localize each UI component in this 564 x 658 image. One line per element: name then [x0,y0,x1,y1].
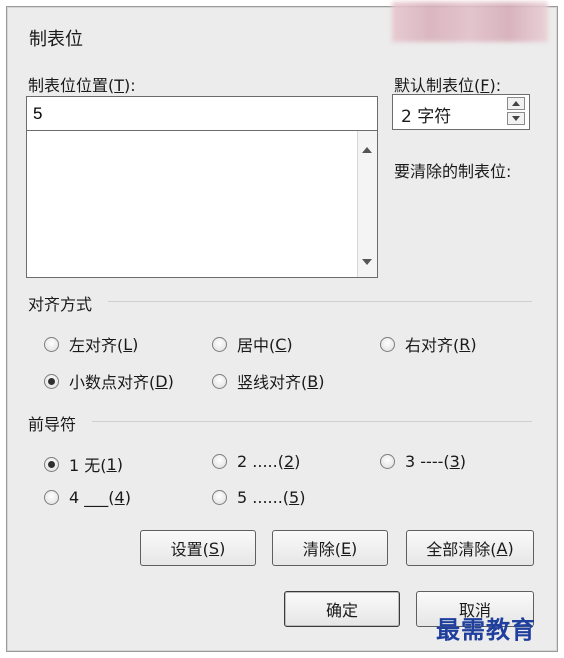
radio-icon[interactable] [380,336,395,352]
radio-icon[interactable] [44,336,59,352]
tab-stop-position-label: 制表位位置(T): [28,76,136,95]
radio-icon[interactable] [212,490,227,505]
scroll-up-arrow-icon[interactable] [362,147,372,153]
tab-stop-list[interactable] [26,130,378,278]
spin-up-icon[interactable] [507,97,525,110]
list-scrollbar[interactable] [357,131,377,277]
leader-group-label: 前导符 [28,415,77,434]
radio-icon[interactable] [380,454,395,469]
radio-selected-icon[interactable] [44,373,59,389]
watermark-text: 最需教育 [436,615,536,644]
leader-dots-radio[interactable]: 2 .....(2) [212,452,300,471]
clear-button[interactable]: 清除(E) [272,530,388,566]
leader-middle-dots-radio[interactable]: 5 ......(5) [212,488,305,507]
align-right-radio[interactable]: 右对齐(R) [380,332,477,356]
tab-stop-position-input[interactable] [26,96,378,132]
alignment-divider [108,301,532,302]
ok-button[interactable]: 确定 [284,591,400,627]
blurred-title-region [392,2,548,42]
default-tab-stops-value[interactable]: 2 字符 [401,102,451,127]
leader-divider [92,421,532,422]
align-left-radio[interactable]: 左对齐(L) [44,332,138,356]
default-tab-stops-spinner[interactable]: 2 字符 [392,94,530,130]
align-decimal-radio[interactable]: 小数点对齐(D) [44,369,174,393]
set-button[interactable]: 设置(S) [140,530,256,566]
align-center-radio[interactable]: 居中(C) [212,332,293,356]
radio-icon[interactable] [212,454,227,469]
alignment-group-label: 对齐方式 [28,295,93,314]
default-tab-stops-label: 默认制表位(F): [394,76,502,95]
radio-icon[interactable] [212,336,227,352]
spin-down-icon[interactable] [507,112,525,125]
scroll-down-arrow-icon[interactable] [362,259,372,265]
radio-icon[interactable] [44,490,59,505]
leader-none-radio[interactable]: 1 无(1) [44,452,123,476]
radio-selected-icon[interactable] [44,456,59,472]
radio-icon[interactable] [212,373,227,389]
tab-stops-to-clear-label: 要清除的制表位: [394,162,512,181]
dialog-title: 制表位 [29,29,83,50]
clear-all-button[interactable]: 全部清除(A) [406,530,534,566]
align-bar-radio[interactable]: 竖线对齐(B) [212,369,324,393]
leader-dashes-radio[interactable]: 3 ----(3) [380,452,466,471]
leader-underline-radio[interactable]: 4 ___(4) [44,488,131,507]
